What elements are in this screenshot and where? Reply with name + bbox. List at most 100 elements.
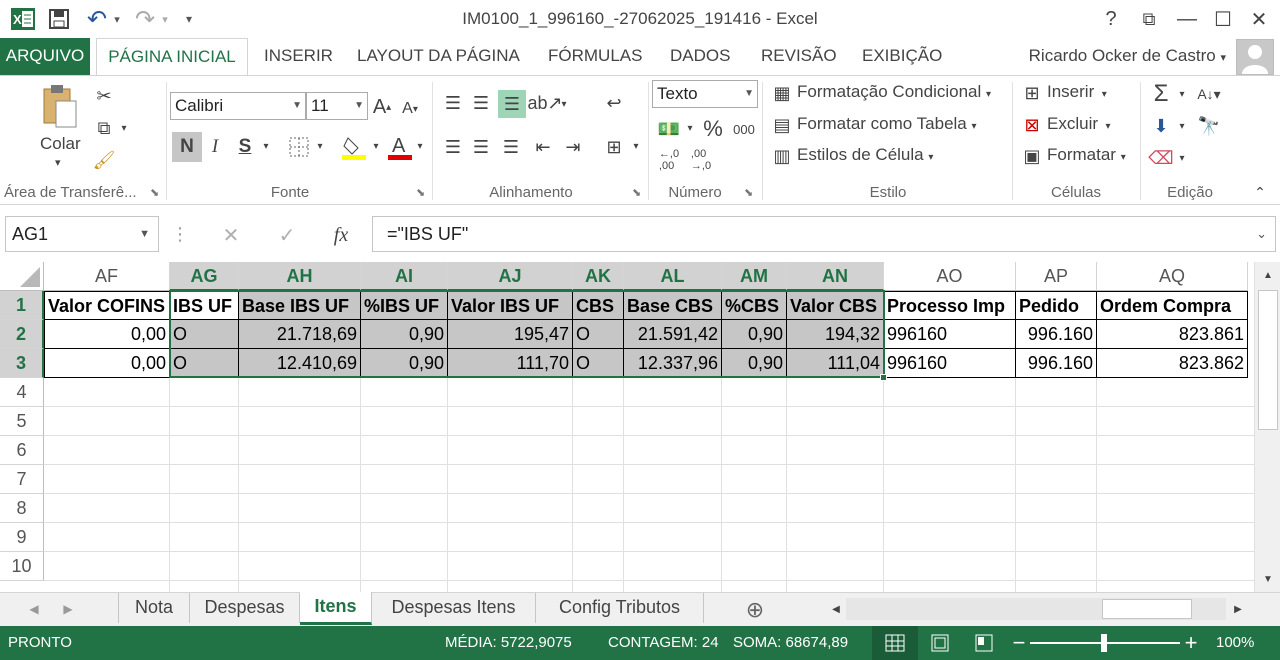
cell-ag2[interactable]: O: [170, 320, 239, 349]
confirm-entry-icon[interactable]: ✓: [272, 222, 302, 248]
clipboard-launcher-icon[interactable]: ⬊: [150, 186, 159, 199]
name-box[interactable]: AG1 ▼: [5, 216, 159, 252]
zoom-out-icon[interactable]: −: [1010, 630, 1028, 656]
column-header-al[interactable]: AL: [624, 262, 722, 291]
increase-indent-icon[interactable]: ⇥: [560, 134, 586, 160]
sheet-tab-despesas-itens[interactable]: Despesas Itens: [372, 593, 536, 623]
cell-al2[interactable]: 21.591,42: [624, 320, 722, 349]
tab-inserir[interactable]: INSERIR: [258, 38, 339, 76]
worksheet-grid[interactable]: AF AG AH AI AJ AK AL AM AN AO AP AQ 1 2 …: [0, 262, 1280, 592]
vertical-scroll-thumb[interactable]: [1258, 290, 1278, 430]
cell-ap3[interactable]: 996.160: [1016, 349, 1097, 378]
merge-center-icon[interactable]: ⊞: [600, 134, 628, 160]
expand-formula-bar-icon[interactable]: ⌄: [1256, 217, 1267, 251]
orientation-icon[interactable]: ab↗: [527, 90, 562, 116]
formula-input[interactable]: ="IBS UF" ⌄: [372, 216, 1276, 252]
normal-view-icon[interactable]: [872, 626, 918, 660]
decrease-font-icon[interactable]: A ▾: [398, 96, 422, 122]
fill-icon[interactable]: ⬇: [1148, 112, 1174, 140]
row-header-3[interactable]: 3: [0, 349, 44, 378]
font-color-icon[interactable]: A: [386, 132, 414, 162]
tab-layout-da-pagina[interactable]: LAYOUT DA PÁGINA: [351, 38, 526, 76]
cell-ah2[interactable]: 21.718,69: [239, 320, 361, 349]
status-average[interactable]: MÉDIA: 5722,9075: [445, 634, 572, 651]
scroll-sheets-right-icon[interactable]: ▶: [58, 597, 78, 621]
delete-cells-button[interactable]: Excluir ▾: [1047, 114, 1111, 134]
accounting-dropdown-icon[interactable]: ▾: [684, 120, 696, 136]
insert-function-icon[interactable]: fx: [326, 222, 356, 248]
align-center-icon[interactable]: ☰: [468, 134, 494, 160]
sort-filter-icon[interactable]: A↓▾: [1194, 80, 1224, 108]
comma-style-icon[interactable]: 000: [730, 116, 758, 142]
cell-ap2[interactable]: 996.160: [1016, 320, 1097, 349]
fill-color-dropdown-icon[interactable]: ▾: [370, 138, 382, 154]
cell-am3[interactable]: 0,90: [722, 349, 787, 378]
cell-ak2[interactable]: O: [573, 320, 624, 349]
fill-color-icon[interactable]: [340, 132, 368, 162]
cell-ak3[interactable]: O: [573, 349, 624, 378]
cell-al1[interactable]: Base CBS: [624, 291, 722, 320]
page-layout-view-icon[interactable]: [926, 630, 954, 656]
cell-ap1[interactable]: Pedido: [1016, 291, 1097, 320]
cell-ag3[interactable]: O: [170, 349, 239, 378]
align-bottom-icon[interactable]: ☰: [498, 90, 526, 118]
clear-icon[interactable]: ⌫: [1148, 144, 1174, 172]
align-right-icon[interactable]: ☰: [498, 134, 524, 160]
fill-handle[interactable]: [880, 374, 887, 381]
row-header-7[interactable]: 7: [0, 465, 44, 494]
cell-aj1[interactable]: Valor IBS UF: [448, 291, 573, 320]
underline-button[interactable]: S: [232, 132, 258, 162]
tab-arquivo[interactable]: ARQUIVO: [0, 38, 90, 76]
conditional-formatting-icon[interactable]: ▦: [770, 80, 794, 106]
cell-af1[interactable]: Valor COFINS: [44, 291, 170, 320]
paste-label[interactable]: Colar: [40, 134, 81, 154]
number-launcher-icon[interactable]: ⬊: [744, 186, 753, 199]
fill-dropdown-icon[interactable]: ▾: [1176, 118, 1188, 134]
paste-dropdown-icon[interactable]: ▾: [55, 156, 61, 169]
status-count[interactable]: CONTAGEM: 24: [608, 634, 719, 651]
tab-pagina-inicial[interactable]: PÁGINA INICIAL: [96, 38, 248, 76]
merge-dropdown-icon[interactable]: ▾: [630, 138, 642, 154]
row-header-1[interactable]: 1: [0, 291, 44, 320]
format-painter-icon[interactable]: 🖌: [92, 148, 116, 172]
cell-af3[interactable]: 0,00: [44, 349, 170, 378]
column-header-ap[interactable]: AP: [1016, 262, 1097, 291]
format-cells-icon[interactable]: ▣: [1020, 143, 1044, 169]
column-header-aj[interactable]: AJ: [448, 262, 573, 291]
name-box-dropdown-icon[interactable]: ▼: [139, 217, 150, 251]
wrap-text-icon[interactable]: ↩: [600, 90, 628, 116]
zoom-in-icon[interactable]: +: [1182, 630, 1200, 656]
copy-icon[interactable]: ⧉: [92, 116, 116, 140]
increase-decimal-icon[interactable]: ←,0,00: [654, 146, 684, 174]
row-header-2[interactable]: 2: [0, 320, 44, 349]
cell-aq3[interactable]: 823.862: [1097, 349, 1248, 378]
cell-aj3[interactable]: 111,70: [448, 349, 573, 378]
percent-style-icon[interactable]: %: [700, 116, 726, 142]
cell-ag1[interactable]: IBS UF: [170, 291, 239, 320]
scroll-down-icon[interactable]: ▼: [1257, 568, 1279, 590]
cell-af2[interactable]: 0,00: [44, 320, 170, 349]
cell-am1[interactable]: %CBS: [722, 291, 787, 320]
cell-al3[interactable]: 12.337,96: [624, 349, 722, 378]
row-header-9[interactable]: 9: [0, 523, 44, 552]
cancel-entry-icon[interactable]: ✕: [216, 222, 246, 248]
select-all-corner[interactable]: [0, 262, 44, 291]
avatar[interactable]: [1236, 39, 1274, 75]
close-icon[interactable]: ✕: [1244, 4, 1274, 34]
font-size-select[interactable]: 11 ▼: [306, 92, 368, 120]
row-header-6[interactable]: 6: [0, 436, 44, 465]
column-header-aq[interactable]: AQ: [1097, 262, 1248, 291]
hscroll-left-icon[interactable]: ◀: [826, 598, 846, 620]
align-middle-icon[interactable]: ☰: [468, 90, 494, 116]
number-format-select[interactable]: Texto ▼: [652, 80, 758, 108]
clear-dropdown-icon[interactable]: ▾: [1176, 150, 1188, 166]
cell-ah3[interactable]: 12.410,69: [239, 349, 361, 378]
orientation-dropdown-icon[interactable]: ▾: [558, 96, 570, 112]
tab-revisao[interactable]: REVISÃO: [755, 38, 843, 76]
row-header-4[interactable]: 4: [0, 378, 44, 407]
cell-ai2[interactable]: 0,90: [361, 320, 448, 349]
align-left-icon[interactable]: ☰: [440, 134, 466, 160]
insert-cells-icon[interactable]: ⊞: [1020, 80, 1044, 106]
decrease-decimal-icon[interactable]: ,00 →,0: [686, 146, 716, 174]
minimize-icon[interactable]: —: [1172, 4, 1202, 34]
